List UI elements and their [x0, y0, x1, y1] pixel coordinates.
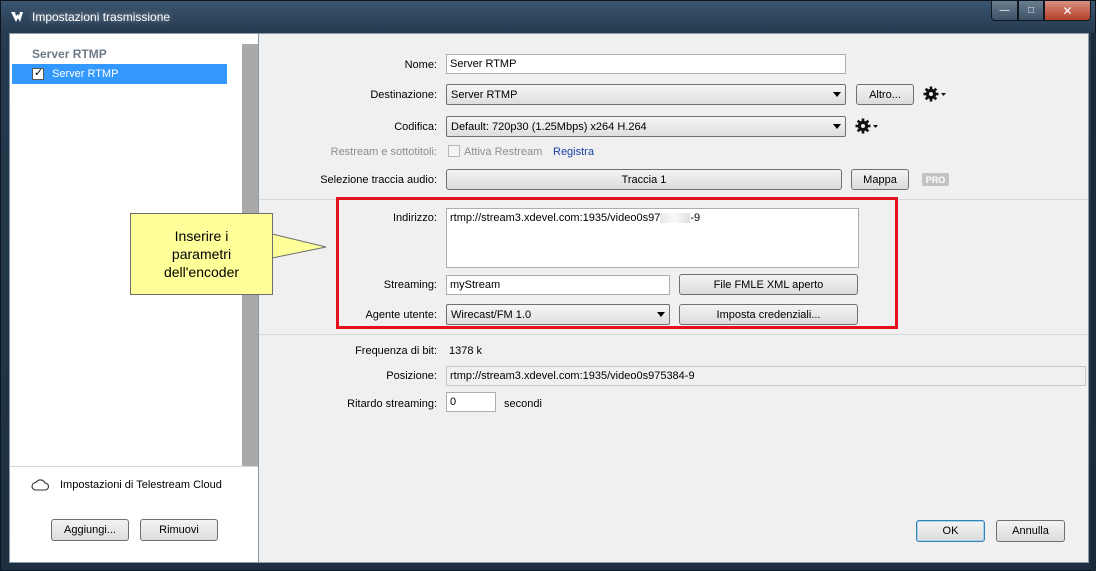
map-button[interactable]: Mappa: [851, 169, 909, 190]
list-group-header: Server RTMP: [32, 47, 107, 61]
minimize-button[interactable]: —: [991, 1, 1018, 21]
encoding-label: Codifica:: [394, 121, 437, 133]
callout-line: parametri: [171, 246, 232, 262]
callout-pointer: [272, 233, 327, 259]
add-button[interactable]: Aggiungi...: [51, 519, 129, 541]
highlight-box: [336, 197, 898, 329]
cancel-button[interactable]: Annulla: [996, 520, 1065, 542]
register-link[interactable]: Registra: [553, 146, 594, 158]
restream-label: Restream e sottotitoli:: [330, 146, 437, 158]
encoding-dropdown[interactable]: Default: 720p30 (1.25Mbps) x264 H.264: [446, 116, 846, 137]
audio-track-label: Selezione traccia audio:: [320, 174, 437, 186]
divider: [259, 334, 1088, 335]
ok-button[interactable]: OK: [916, 520, 985, 542]
maximize-button[interactable]: □: [1018, 1, 1044, 21]
gear-icon: [855, 118, 878, 134]
encoding-value: Default: 720p30 (1.25Mbps) x264 H.264: [451, 120, 647, 133]
destination-gear-menu[interactable]: [922, 85, 948, 103]
restream-checkbox-label: Attiva Restream: [464, 146, 543, 158]
cloud-icon: [31, 479, 50, 491]
destination-value: Server RTMP: [451, 88, 518, 101]
callout-line: dell'encoder: [163, 264, 240, 280]
destination-label: Destinazione:: [370, 89, 437, 101]
destination-dropdown[interactable]: Server RTMP: [446, 84, 846, 105]
divider: [10, 466, 258, 467]
window-edge: [1091, 33, 1096, 571]
close-button[interactable]: ✕: [1044, 1, 1091, 21]
audio-track-button[interactable]: Traccia 1: [446, 169, 842, 190]
list-item-label: Server RTMP: [52, 68, 119, 80]
server-enabled-checkbox[interactable]: [32, 66, 44, 80]
delay-label: Ritardo streaming:: [347, 398, 437, 410]
gear-icon: [923, 86, 946, 102]
server-list-panel: Server RTMP Server RTMP Impostazioni di …: [9, 33, 259, 563]
position-field: rtmp://stream3.xdevel.com:1935/video0s97…: [446, 366, 1086, 386]
wirecast-app-icon: [11, 12, 23, 22]
window-controls: — □ ✕: [991, 1, 1091, 21]
bitrate-value: 1378 k: [449, 345, 483, 357]
chevron-down-icon: [833, 92, 841, 97]
title-bar: Impostazioni trasmissione — □ ✕: [1, 1, 1096, 33]
name-field[interactable]: Server RTMP: [446, 54, 846, 74]
pro-badge: PRO: [922, 173, 949, 186]
delay-field[interactable]: 0: [446, 392, 496, 412]
encoding-gear-menu[interactable]: [854, 117, 880, 135]
name-label: Nome:: [404, 59, 437, 71]
remove-button[interactable]: Rimuovi: [140, 519, 218, 541]
annotation-callout: Inserire i parametri dell'encoder: [130, 213, 273, 295]
telestream-cloud-settings[interactable]: Impostazioni di Telestream Cloud: [30, 478, 222, 492]
callout-line: Inserire i: [174, 228, 229, 244]
list-item-server-rtmp[interactable]: Server RTMP: [12, 64, 227, 84]
restream-checkbox[interactable]: [448, 145, 460, 157]
delay-unit: secondi: [504, 398, 542, 410]
more-button[interactable]: Altro...: [856, 84, 914, 105]
chevron-down-icon: [833, 124, 841, 129]
bitrate-label: Frequenza di bit:: [355, 345, 437, 357]
position-label: Posizione:: [386, 370, 437, 382]
window-title: Impostazioni trasmissione: [32, 10, 171, 24]
cloud-settings-label: Impostazioni di Telestream Cloud: [60, 479, 222, 491]
